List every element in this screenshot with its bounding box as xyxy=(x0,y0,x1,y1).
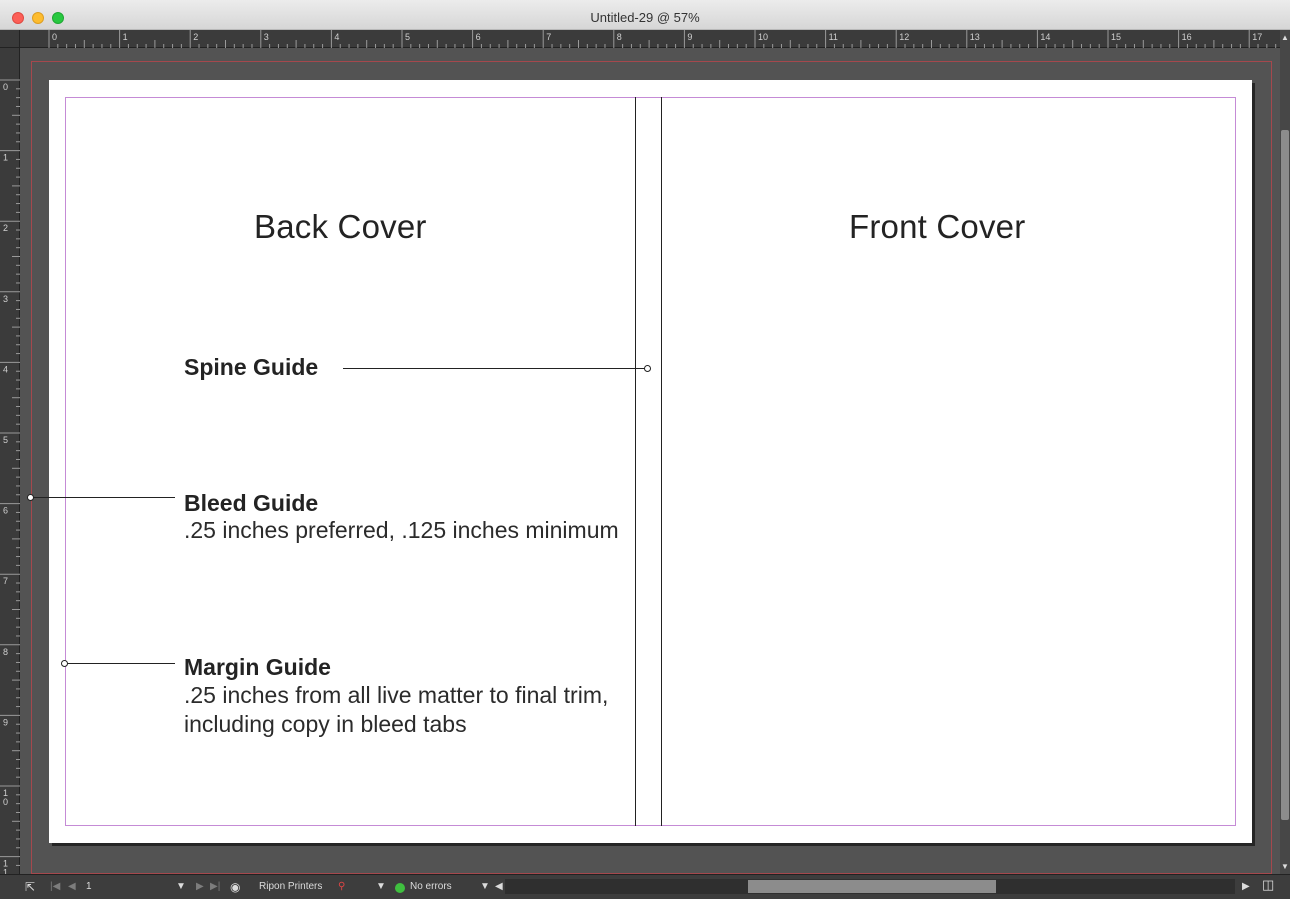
ruler-label: 1 xyxy=(3,153,8,163)
profile-dropdown-icon[interactable]: ▼ xyxy=(376,880,386,894)
spine-guide-leader-dot xyxy=(644,365,651,372)
ruler-label: 17 xyxy=(1252,32,1262,42)
ruler-label: 14 xyxy=(1040,32,1050,42)
ruler-label: 0 xyxy=(3,82,8,92)
horizontal-scrollbar[interactable] xyxy=(505,879,1235,894)
split-window-icon[interactable]: ◫ xyxy=(1262,878,1274,892)
margin-guide-leader xyxy=(65,663,175,664)
vertical-scroll-thumb[interactable] xyxy=(1281,130,1289,820)
vertical-ruler[interactable]: 01234567891011 xyxy=(0,48,20,874)
window-titlebar: Untitled-29 @ 57% xyxy=(0,0,1290,30)
ruler-label: 7 xyxy=(546,32,551,42)
back-cover-title[interactable]: Back Cover xyxy=(254,208,427,246)
page-number-field[interactable]: 1 xyxy=(86,880,92,894)
window-title: Untitled-29 @ 57% xyxy=(590,10,700,25)
open-in-window-icon[interactable]: ⇱ xyxy=(25,880,35,894)
margin-guide-description[interactable]: .25 inches from all live matter to final… xyxy=(184,681,644,739)
ruler-label: 6 xyxy=(3,506,8,516)
last-page-icon[interactable]: ▶| xyxy=(210,880,220,894)
previous-page-icon[interactable]: ◀ xyxy=(68,880,76,894)
scroll-right-arrow-icon[interactable]: ▶ xyxy=(1242,880,1250,894)
margin-guide-leader-dot xyxy=(61,660,68,667)
no-errors-indicator-icon xyxy=(395,883,405,893)
spine-guide-heading[interactable]: Spine Guide xyxy=(184,354,318,381)
ruler-label: 12 xyxy=(899,32,909,42)
preflight-menu-icon[interactable]: ▼ xyxy=(480,880,490,894)
pasteboard[interactable]: Back Cover Front Cover Spine Guide Bleed… xyxy=(20,48,1280,874)
bleed-guide-description[interactable]: .25 inches preferred, .125 inches minimu… xyxy=(184,516,644,545)
status-bar: ⇱ |◀ ◀ 1 ▼ ▶ ▶| ◉ Ripon Printers ⚲ ▼ No … xyxy=(0,874,1290,899)
next-page-icon[interactable]: ▶ xyxy=(196,880,204,894)
vertical-scrollbar[interactable]: ▲ ▼ xyxy=(1280,30,1290,874)
ruler-label: 1 xyxy=(123,32,128,42)
spine-guide-right[interactable] xyxy=(661,97,662,826)
margin-guide-heading[interactable]: Margin Guide xyxy=(184,654,331,681)
first-page-icon[interactable]: |◀ xyxy=(50,880,60,894)
ruler-label: 2 xyxy=(193,32,198,42)
spine-guide-leader xyxy=(343,368,647,369)
ruler-label: 8 xyxy=(3,647,8,657)
horizontal-ruler[interactable]: 0 1 2 3 4 5 6 7 8 9 10 11 12 13 14 15 16 17 xyxy=(20,30,1280,48)
document-spread[interactable]: Back Cover Front Cover Spine Guide Bleed… xyxy=(31,80,1252,843)
ruler-label: 0 xyxy=(52,32,57,42)
document-status-icon[interactable]: ◉ xyxy=(230,880,240,894)
ruler-origin[interactable] xyxy=(0,30,20,48)
ruler-label: 5 xyxy=(3,435,8,445)
ruler-label: 9 xyxy=(3,717,8,727)
ruler-label: 7 xyxy=(3,576,8,586)
preflight-errors-text[interactable]: No errors xyxy=(410,880,452,894)
bleed-guide-leader xyxy=(31,497,175,498)
horizontal-scroll-thumb[interactable] xyxy=(748,880,996,893)
ruler-label: 0 xyxy=(3,797,8,807)
ruler-label: 15 xyxy=(1111,32,1121,42)
scroll-down-arrow-icon[interactable]: ▼ xyxy=(1281,862,1289,871)
bleed-guide-leader-dot xyxy=(27,494,34,501)
bleed-guide-heading[interactable]: Bleed Guide xyxy=(184,490,318,517)
ruler-label: 10 xyxy=(758,32,768,42)
ruler-label: 8 xyxy=(617,32,622,42)
page-dropdown-icon[interactable]: ▼ xyxy=(176,880,186,894)
front-cover-title[interactable]: Front Cover xyxy=(849,208,1025,246)
ruler-label: 3 xyxy=(3,294,8,304)
ruler-label: 16 xyxy=(1182,32,1192,42)
ruler-label: 4 xyxy=(334,32,339,42)
ruler-label: 9 xyxy=(687,32,692,42)
ruler-label: 2 xyxy=(3,223,8,233)
ruler-label: 6 xyxy=(476,32,481,42)
ruler-label: 13 xyxy=(970,32,980,42)
scroll-left-arrow-icon[interactable]: ◀ xyxy=(495,880,503,894)
ruler-label: 5 xyxy=(405,32,410,42)
preflight-profile[interactable]: Ripon Printers xyxy=(259,880,322,894)
scroll-up-arrow-icon[interactable]: ▲ xyxy=(1281,33,1289,42)
pin-icon: ⚲ xyxy=(338,881,346,892)
ruler-label: 3 xyxy=(264,32,269,42)
ruler-label: 4 xyxy=(3,364,8,374)
ruler-label: 11 xyxy=(829,32,838,42)
